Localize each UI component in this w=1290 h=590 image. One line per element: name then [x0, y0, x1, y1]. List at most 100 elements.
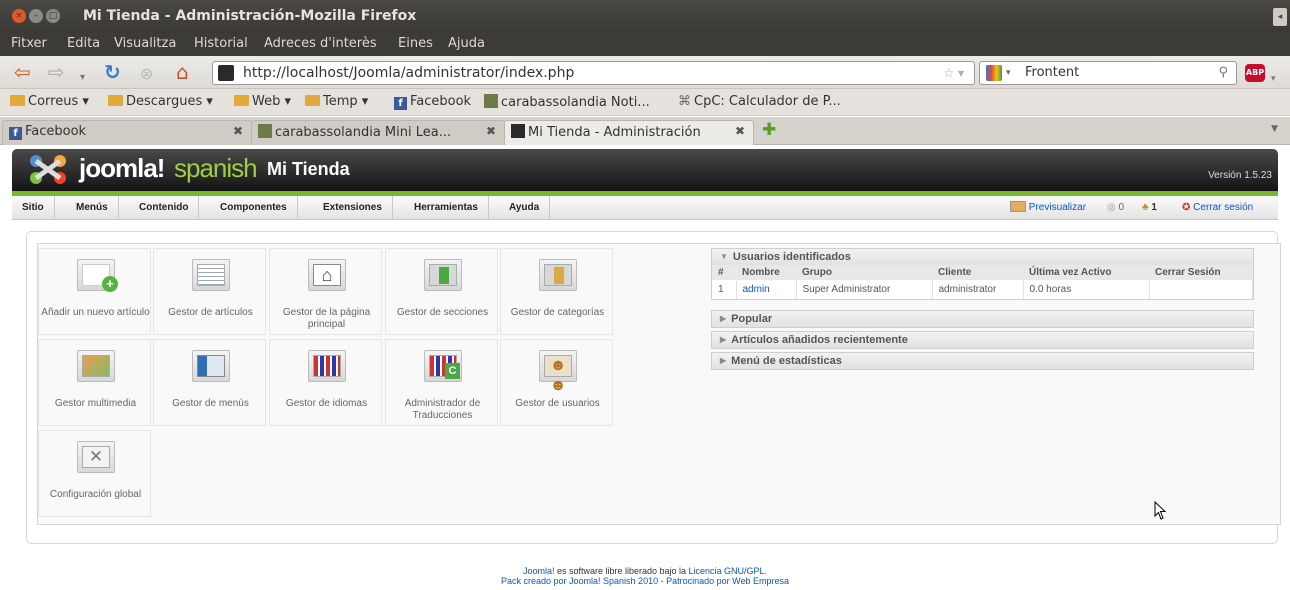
cell-name-link[interactable]: admin: [736, 280, 797, 299]
menu-eines[interactable]: Eines: [398, 36, 433, 51]
col-header-num: #: [712, 265, 736, 280]
cell-last-active: 0.0 horas: [1023, 280, 1150, 299]
messages-icon: ◎: [1107, 202, 1116, 213]
joomla-version: Versión 1.5.23: [1208, 170, 1272, 181]
preview-link[interactable]: Previsualizar: [1010, 196, 1086, 220]
site-name: Mi Tienda: [267, 159, 350, 179]
menu-contenido[interactable]: Contenido: [129, 196, 200, 220]
bookmark-star-icon[interactable]: ☆ ▾: [943, 62, 964, 84]
reload-icon[interactable]: ↻: [104, 62, 121, 82]
stop-icon[interactable]: ⊗: [140, 64, 153, 84]
google-search-engine-icon[interactable]: [986, 65, 1002, 81]
tab-mi-tienda[interactable]: Mi Tienda - Administración ✖: [504, 120, 754, 145]
logged-users-header[interactable]: ▼ Usuarios identificados: [712, 249, 1253, 265]
menu-fitxer[interactable]: Fitxer: [11, 36, 47, 51]
user-manager-button[interactable]: ☻☻ Gestor de usuarios: [500, 339, 613, 426]
adblock-dropdown-icon[interactable]: ▾: [1271, 69, 1276, 89]
joomla-link[interactable]: Joomla!: [523, 566, 555, 576]
menu-ayuda[interactable]: Ayuda: [499, 196, 551, 220]
home-icon[interactable]: ⌂: [176, 62, 189, 82]
tab-facebook[interactable]: f Facebook ✖: [2, 120, 252, 145]
facebook-icon: f: [9, 127, 22, 140]
cell-logout[interactable]: [1149, 280, 1253, 299]
logout-icon: ✪: [1182, 202, 1191, 213]
menu-extensiones[interactable]: Extensiones: [313, 196, 393, 220]
new-tab-icon[interactable]: ✚: [762, 120, 776, 140]
cpc-icon: ⌘: [678, 94, 691, 109]
bookmark-folder-correus[interactable]: Correus ▾: [10, 94, 89, 109]
menu-manager-button[interactable]: Gestor de menús: [153, 339, 266, 426]
close-tab-icon[interactable]: ✖: [233, 124, 243, 138]
facebook-icon: f: [394, 97, 407, 110]
sponsor-link[interactable]: Patrocinado por Web Empresa: [666, 576, 789, 586]
window-title: Mi Tienda - Administración-Mozilla Firef…: [83, 8, 417, 24]
url-bar[interactable]: http://localhost/Joomla/administrator/in…: [212, 61, 975, 85]
recent-articles-panel[interactable]: ▶ Artículos añadidos recientemente: [711, 331, 1254, 349]
section-manager-button[interactable]: Gestor de secciones: [385, 248, 498, 335]
media-manager-button[interactable]: Gestor multimedia: [38, 339, 151, 426]
history-dropdown-icon[interactable]: ▾: [80, 68, 85, 88]
folder-icon: [234, 95, 249, 106]
table-header-row: # Nombre Grupo Cliente Última vez Activo…: [712, 265, 1253, 280]
menu-herramientas[interactable]: Herramientas: [404, 196, 489, 220]
minimize-window-button[interactable]: –: [29, 9, 43, 23]
bookmark-facebook[interactable]: f Facebook: [394, 94, 471, 110]
close-window-button[interactable]: ×: [12, 9, 26, 23]
expand-arrow-icon: ▶: [720, 335, 727, 344]
page-footer: Joomla! es software libre liberado bajo …: [0, 566, 1290, 586]
cell-client: administrator: [932, 280, 1024, 299]
search-bar[interactable]: ▾ Frontent ⚲: [979, 61, 1237, 85]
media-manager-icon: [77, 350, 115, 382]
menu-edita[interactable]: Edita: [67, 36, 100, 51]
col-header-last-active: Última vez Activo: [1023, 265, 1149, 280]
folder-icon: [305, 95, 320, 106]
language-manager-icon: [308, 350, 346, 382]
users-online-status[interactable]: ♣ 1: [1142, 196, 1157, 220]
popular-panel[interactable]: ▶ Popular: [711, 310, 1254, 328]
translation-manager-button[interactable]: C Administrador de Traducciones: [385, 339, 498, 426]
article-manager-button[interactable]: Gestor de artículos: [153, 248, 266, 335]
logout-link[interactable]: ✪ Cerrar sesión: [1182, 196, 1253, 220]
messages-status[interactable]: ◎ 0: [1107, 196, 1124, 220]
folder-icon: [10, 95, 25, 106]
menu-visualitza[interactable]: Visualitza: [114, 36, 176, 51]
forward-arrow-icon[interactable]: ⇨: [48, 62, 65, 82]
menu-adreces[interactable]: Adreces d'interès: [264, 36, 377, 51]
pack-link[interactable]: Pack creado por Joomla! Spanish 2010: [501, 576, 658, 586]
menu-historial[interactable]: Historial: [194, 36, 248, 51]
tab-carabassolandia[interactable]: carabassolandia Mini Lea... ✖: [251, 120, 505, 145]
window-scroll-icon[interactable]: ◂: [1273, 8, 1287, 26]
category-manager-icon: [539, 259, 577, 291]
bookmark-folder-descargues[interactable]: Descargues ▾: [108, 94, 213, 109]
engine-dropdown-icon[interactable]: ▾: [1006, 62, 1011, 84]
bookmark-cpc[interactable]: ⌘ CpC: Calculador de P...: [678, 94, 841, 109]
global-config-button[interactable]: ✕ Configuración global: [38, 430, 151, 517]
license-link[interactable]: Licencia GNU/GPL.: [689, 566, 768, 576]
language-manager-button[interactable]: Gestor de idiomas: [269, 339, 382, 426]
bookmark-folder-temp[interactable]: Temp ▾: [305, 94, 368, 109]
search-icon[interactable]: ⚲: [1218, 62, 1228, 84]
bookmarks-toolbar: Correus ▾ Descargues ▾ Web ▾ Temp ▾ f Fac…: [0, 89, 1290, 116]
category-manager-button[interactable]: Gestor de categorías: [500, 248, 613, 335]
translation-manager-icon: C: [424, 350, 462, 382]
cell-group: Super Administrator: [796, 280, 933, 299]
close-tab-icon[interactable]: ✖: [486, 124, 496, 138]
expand-arrow-icon: ▶: [720, 314, 727, 323]
menu-componentes[interactable]: Componentes: [210, 196, 298, 220]
col-header-group: Grupo: [796, 265, 932, 280]
joomla-header: joomla! spanish Mi Tienda Versión 1.5.23: [12, 149, 1278, 191]
statistics-menu-panel[interactable]: ▶ Menú de estadísticas: [711, 352, 1254, 370]
frontpage-manager-button[interactable]: ⌂ Gestor de la página principal: [269, 248, 382, 335]
menu-ajuda[interactable]: Ajuda: [448, 36, 485, 51]
bookmark-carabassolandia[interactable]: carabassolandia Noti...: [484, 94, 650, 110]
close-tab-icon[interactable]: ✖: [735, 124, 745, 138]
menu-menus[interactable]: Menús: [66, 196, 119, 220]
maximize-window-button[interactable]: □: [46, 9, 60, 23]
bookmark-folder-web[interactable]: Web ▾: [234, 94, 291, 109]
back-arrow-icon[interactable]: ⇦: [14, 62, 31, 82]
menu-sitio[interactable]: Sitio: [12, 196, 55, 220]
add-article-button[interactable]: + Añadir un nuevo artículo: [38, 248, 151, 335]
adblock-plus-icon[interactable]: ABP: [1245, 64, 1265, 82]
col-header-logout: Cerrar Sesión: [1149, 265, 1253, 280]
tab-list-dropdown-icon[interactable]: ▼: [1271, 124, 1278, 134]
